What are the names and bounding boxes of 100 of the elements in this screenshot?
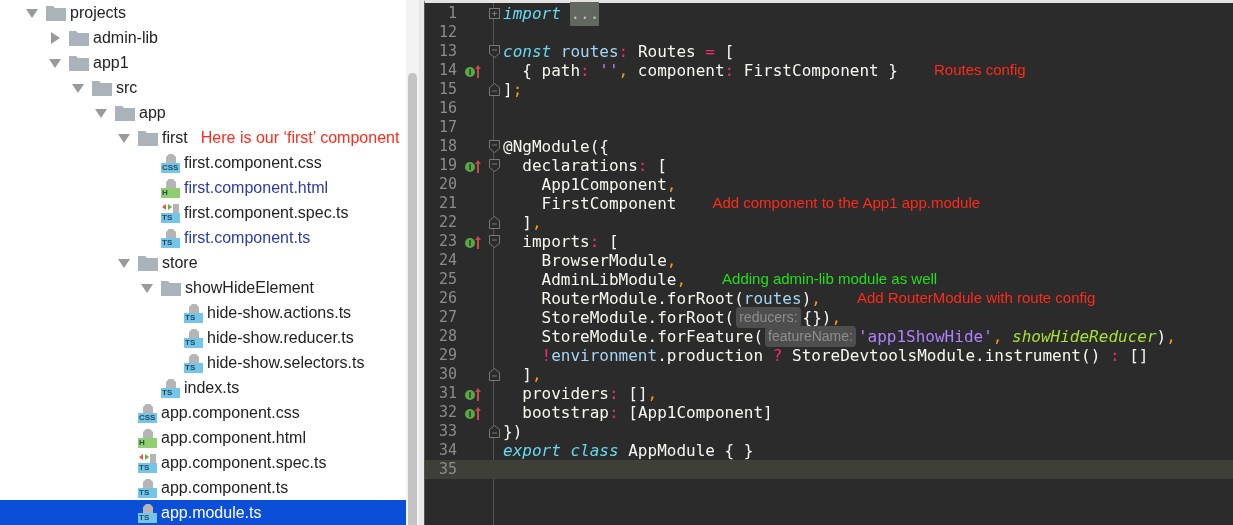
folder-row[interactable]: showHideElement xyxy=(0,275,406,300)
code-token: : xyxy=(637,154,648,177)
override-marker-icon[interactable] xyxy=(465,386,481,401)
collapse-arrow-icon[interactable] xyxy=(26,6,38,19)
file-row[interactable]: TS hide-show.selectors.ts xyxy=(0,350,406,375)
line-number: 21 xyxy=(437,193,457,215)
code-token: StoreModule.forRoot( xyxy=(540,307,735,329)
line-number: 31 xyxy=(437,383,457,405)
folder-name: showHideElement xyxy=(185,277,314,298)
folder-icon xyxy=(69,29,89,46)
collapse-arrow-icon[interactable] xyxy=(141,281,153,294)
code-token: , xyxy=(1166,325,1176,348)
file-name: app.component.spec.ts xyxy=(161,452,327,473)
folder-row[interactable]: projects xyxy=(0,0,406,25)
folder-icon xyxy=(138,254,158,271)
file-row[interactable]: TS app.component.ts xyxy=(0,475,406,500)
override-marker-icon[interactable] xyxy=(465,405,481,420)
code-token: export class xyxy=(503,440,619,462)
line-number: 22 xyxy=(437,212,457,234)
collapse-fold-icon[interactable] xyxy=(488,45,500,58)
line-number: 18 xyxy=(437,136,457,158)
collapse-fold-icon[interactable] xyxy=(488,159,500,172)
code-token: [ xyxy=(723,40,735,63)
code-token: ; xyxy=(512,78,523,101)
collapse-fold-icon[interactable] xyxy=(488,235,500,248)
code-token: ] xyxy=(521,363,532,386)
code-token: FirstComponent xyxy=(540,193,677,215)
file-row[interactable]: TS app.module.ts xyxy=(0,500,406,525)
code-token: ! xyxy=(540,345,552,367)
code-token: imports xyxy=(521,231,590,253)
collapse-fold-icon[interactable] xyxy=(488,368,500,381)
file-name: hide-show.actions.ts xyxy=(207,302,352,323)
code-token: , xyxy=(647,382,658,405)
code-token: ) xyxy=(1156,325,1167,348)
collapse-fold-icon[interactable] xyxy=(488,140,500,153)
collapse-arrow-icon[interactable] xyxy=(49,56,61,69)
folder-row[interactable]: app xyxy=(0,100,406,125)
folder-name: app xyxy=(139,102,166,123)
annotation: Here is our ‘first’ component xyxy=(200,127,400,148)
file-name: first.component.ts xyxy=(184,227,311,248)
code-token: ? xyxy=(772,344,783,367)
collapse-fold-icon[interactable] xyxy=(488,425,500,438)
file-row[interactable]: CSS app.component.css xyxy=(0,400,406,425)
code-token: : xyxy=(589,230,600,253)
line-number: 14 xyxy=(437,60,457,82)
file-row[interactable]: TS index.ts xyxy=(0,375,406,400)
code-token: StoreDevtoolsModule.instrument() xyxy=(791,345,1102,367)
line-number: 23 xyxy=(437,231,457,253)
file-name: app.component.html xyxy=(161,427,306,448)
parameter-hint: featureName: xyxy=(765,326,856,347)
line-number: 19 xyxy=(437,155,457,177)
file-row[interactable]: TS first.component.spec.ts xyxy=(0,200,406,225)
parameter-hint: reducers: xyxy=(736,307,801,328)
code-token: ) xyxy=(801,287,812,310)
code-token: environment xyxy=(551,345,658,367)
override-marker-icon[interactable] xyxy=(465,234,481,249)
code-token: , xyxy=(811,287,821,310)
line-number: 26 xyxy=(437,288,457,310)
code-token: FirstComponent } xyxy=(742,59,898,82)
line-number: 1 xyxy=(446,3,457,25)
file-row[interactable]: TS hide-show.reducer.ts xyxy=(0,325,406,350)
folder-row[interactable]: store xyxy=(0,250,406,275)
line-number: 35 xyxy=(437,459,457,481)
expand-fold-icon[interactable] xyxy=(488,8,500,19)
file-row[interactable]: CSS first.component.css xyxy=(0,150,406,175)
code-token: , xyxy=(666,173,677,196)
code-token: ] xyxy=(521,211,532,234)
override-marker-icon[interactable] xyxy=(465,158,481,173)
line-number: 16 xyxy=(437,98,457,120)
collapse-arrow-icon[interactable] xyxy=(95,106,107,119)
collapse-arrow-icon[interactable] xyxy=(118,256,130,269)
collapse-arrow-icon[interactable] xyxy=(118,131,130,144)
override-marker-icon[interactable] xyxy=(465,63,481,78)
code-token: App1Component xyxy=(540,174,667,196)
code-token: , xyxy=(531,211,542,234)
file-name: first.component.html xyxy=(184,177,329,198)
file-row[interactable]: H app.component.html xyxy=(0,425,406,450)
file-name: first.component.spec.ts xyxy=(184,202,349,223)
file-row[interactable]: TS hide-show.actions.ts xyxy=(0,300,406,325)
file-row[interactable]: TS first.component.ts xyxy=(0,225,406,250)
file-row[interactable]: H first.component.html xyxy=(0,175,406,200)
folder-name: first xyxy=(162,127,188,148)
collapse-fold-icon[interactable] xyxy=(488,83,500,96)
annotation: Add RouterModule with route config xyxy=(856,288,1096,309)
folder-row[interactable]: app1 xyxy=(0,50,406,75)
folder-icon xyxy=(69,54,89,71)
folder-row[interactable]: src xyxy=(0,75,406,100)
scrollbar[interactable] xyxy=(406,0,419,525)
collapse-arrow-icon[interactable] xyxy=(72,81,84,94)
folder-row[interactable]: first Here is our ‘first’ component xyxy=(0,125,406,150)
file-name: hide-show.reducer.ts xyxy=(207,327,354,348)
code-token: , xyxy=(992,325,1004,348)
folder-row[interactable]: admin-lib xyxy=(0,25,406,50)
folder-icon xyxy=(161,279,181,296)
folder-name: projects xyxy=(70,2,127,23)
code-token: , xyxy=(831,306,842,329)
annotation: Routes config xyxy=(933,60,1026,81)
file-row[interactable]: TS app.component.spec.ts xyxy=(0,450,406,475)
collapse-fold-icon[interactable] xyxy=(488,216,500,229)
expand-arrow-icon[interactable] xyxy=(49,31,61,44)
